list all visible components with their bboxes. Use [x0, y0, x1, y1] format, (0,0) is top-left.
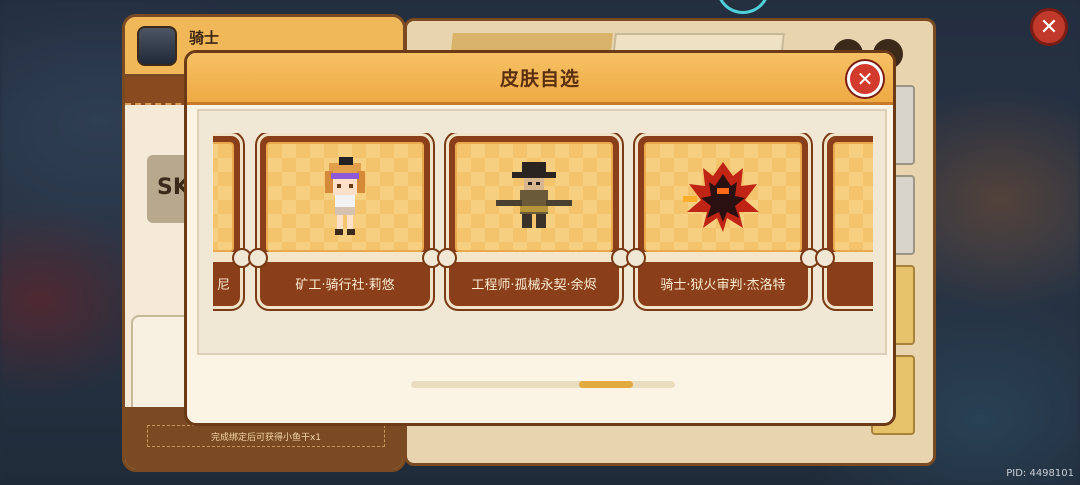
skin-label: [827, 266, 873, 300]
hero-name: 骑士: [189, 29, 220, 47]
skin-card[interactable]: 矿工·骑行社·莉悠: [248, 133, 442, 311]
carousel-scrollbar[interactable]: [411, 381, 675, 388]
card-notch: [437, 248, 457, 268]
skin-card[interactable]: 工程师·孤械永契·余烬: [437, 133, 631, 311]
skin-card[interactable]: 尼: [213, 133, 252, 311]
bind-hint: 完成绑定后可获得小鱼干x1: [147, 425, 385, 447]
outer-close-button[interactable]: ✕: [1030, 8, 1068, 46]
skin-label: 工程师·孤械永契·余烬: [471, 277, 597, 293]
hero-avatar: [137, 25, 177, 66]
flame-knight-sprite-icon: [683, 162, 759, 232]
skin-label: 矿工·骑行社·莉悠: [295, 277, 395, 293]
skin-card[interactable]: 骑士·狱火审判·杰洛特: [626, 133, 820, 311]
skin-art: [455, 142, 613, 252]
skin-art: [644, 142, 802, 252]
card-strip: [449, 252, 619, 262]
card-strip: [638, 252, 808, 262]
skin-carousel[interactable]: 尼 矿工·骑行社·莉悠 工程师·孤械永契·余烬 骑士·狱火审判·杰洛特: [213, 133, 873, 313]
card-notch: [626, 248, 646, 268]
card-strip: [260, 252, 430, 262]
girl-sprite-icon: [325, 157, 365, 235]
modal-header: 皮肤自选 ✕: [187, 53, 893, 105]
modal-title: 皮肤自选: [499, 68, 580, 90]
close-button[interactable]: ✕: [847, 61, 883, 97]
skin-art: [213, 142, 234, 252]
skin-select-modal: 皮肤自选 ✕ 尼 矿工·骑行社·莉悠 工程师·孤械永契·余烬 骑士·狱火审判·杰…: [184, 50, 896, 426]
cowboy-sprite-icon: [496, 162, 572, 228]
skin-art: [266, 142, 424, 252]
skin-card[interactable]: [815, 133, 873, 311]
modal-body: 尼 矿工·骑行社·莉悠 工程师·孤械永契·余烬 骑士·狱火审判·杰洛特: [197, 109, 887, 388]
skin-label: 尼: [216, 277, 230, 293]
skin-label: 骑士·狱火审判·杰洛特: [660, 277, 786, 293]
scroll-thumb[interactable]: [579, 381, 633, 388]
pid-label: PID: 4498101: [1006, 468, 1074, 479]
skin-art: [833, 142, 873, 252]
card-notch: [815, 248, 835, 268]
card-notch: [248, 248, 268, 268]
